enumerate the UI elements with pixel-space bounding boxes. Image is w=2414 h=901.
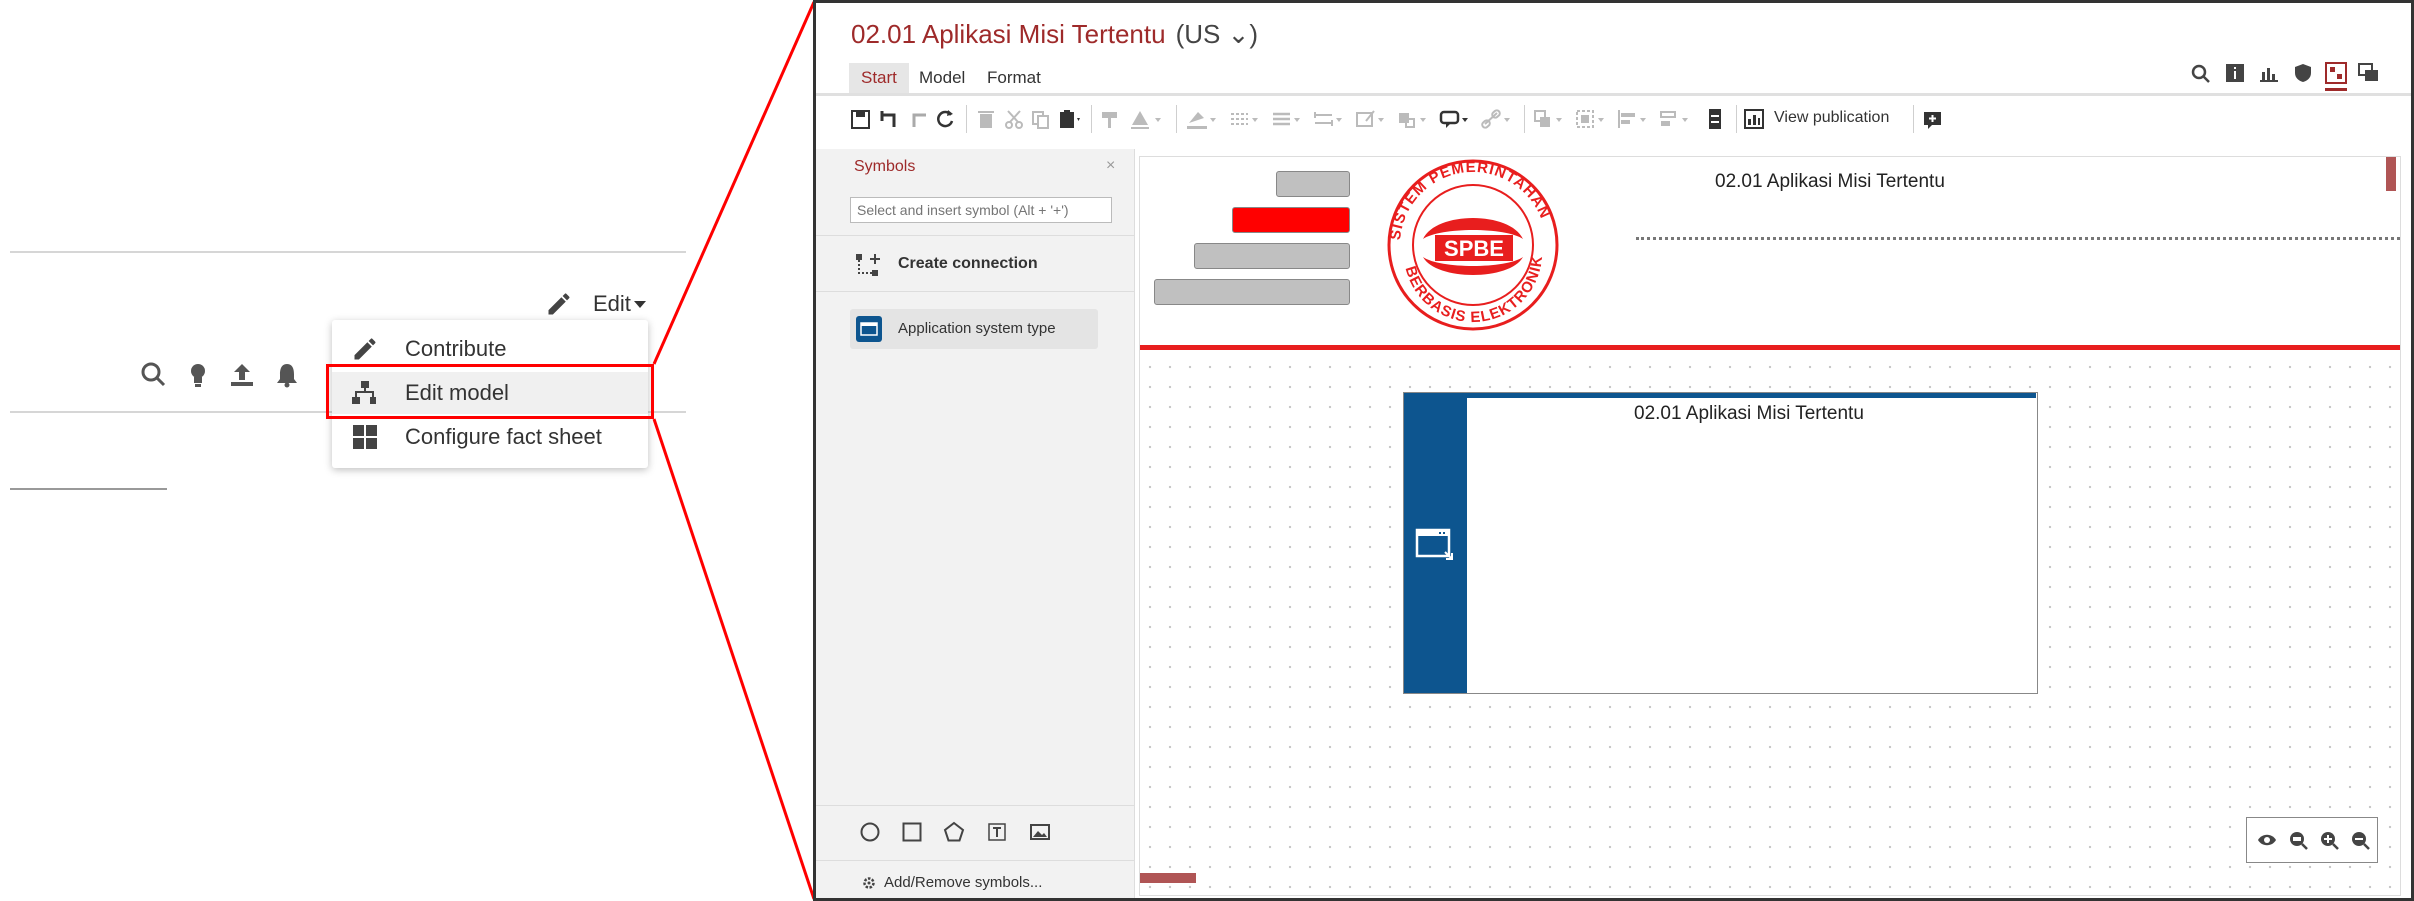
header-red-marker bbox=[2386, 157, 2396, 191]
toolbar-separator bbox=[1913, 105, 1914, 133]
zoom-reset-icon[interactable] bbox=[2288, 830, 2308, 850]
format-painter-icon[interactable] bbox=[1099, 105, 1123, 133]
toolbar-separator bbox=[966, 105, 967, 133]
text-box-icon[interactable] bbox=[986, 821, 1008, 843]
zoom-in-icon[interactable] bbox=[2319, 830, 2339, 850]
model-header-title: 02.01 Aplikasi Misi Tertentu bbox=[1715, 171, 1945, 192]
callout-shape-icon[interactable] bbox=[1438, 105, 1474, 133]
circle-shape-icon[interactable] bbox=[859, 821, 881, 843]
model-title: 02.01 Aplikasi Misi Tertentu bbox=[851, 19, 1166, 49]
create-connection-label: Create connection bbox=[898, 255, 1038, 272]
tab-start[interactable]: Start bbox=[849, 63, 909, 93]
comment-icon[interactable] bbox=[1921, 105, 1945, 133]
add-remove-symbols-button[interactable]: Add/Remove symbols... bbox=[862, 871, 1102, 897]
zoom-out-icon[interactable] bbox=[2350, 830, 2370, 850]
close-icon[interactable]: × bbox=[1106, 157, 1115, 175]
application-window-icon bbox=[856, 316, 882, 342]
line-weight-icon[interactable] bbox=[1270, 105, 1306, 133]
info-icon[interactable] bbox=[2225, 63, 2245, 83]
rectangle-shape-icon[interactable] bbox=[901, 821, 923, 843]
symbols-title: Symbols bbox=[854, 158, 916, 175]
save-icon[interactable] bbox=[849, 105, 873, 133]
add-remove-symbols-label: Add/Remove symbols... bbox=[884, 874, 1043, 891]
panel-divider bbox=[816, 235, 1134, 236]
symbol-item-label: Application system type bbox=[898, 320, 1056, 337]
eye-icon[interactable] bbox=[2257, 832, 2277, 848]
paste-icon[interactable] bbox=[1056, 105, 1080, 133]
spbe-logo: SISTEM PEMERINTAHAN BERBASIS ELEKTRONIK … bbox=[1387, 159, 1559, 331]
tab-format[interactable]: Format bbox=[975, 63, 1053, 93]
fill-color-icon[interactable] bbox=[1184, 105, 1222, 133]
toolbar-separator bbox=[1524, 105, 1525, 133]
style-icon[interactable] bbox=[1128, 105, 1168, 133]
language-selector[interactable]: (US ⌄) bbox=[1176, 19, 1258, 49]
logo-center-text: SPBE bbox=[1444, 236, 1504, 261]
horizontal-scroll-thumb[interactable] bbox=[1140, 873, 1196, 883]
image-icon[interactable] bbox=[1029, 821, 1051, 843]
search-icon[interactable] bbox=[2190, 63, 2212, 85]
panel-divider bbox=[816, 860, 1134, 861]
chart-icon[interactable] bbox=[2259, 63, 2279, 83]
header-bar-4 bbox=[1154, 279, 1350, 305]
copy-icon[interactable] bbox=[1029, 105, 1053, 133]
size-icon[interactable] bbox=[1703, 105, 1727, 133]
cut-icon[interactable] bbox=[1002, 105, 1026, 133]
model-header: SISTEM PEMERINTAHAN BERBASIS ELEKTRONIK … bbox=[1140, 157, 2400, 350]
shape-select-icon[interactable] bbox=[1396, 105, 1432, 133]
window-title: 02.01 Aplikasi Misi Tertentu (US ⌄) bbox=[851, 19, 1258, 50]
symbol-item-application-system-type[interactable]: Application system type bbox=[850, 309, 1098, 349]
line-style-icon[interactable] bbox=[1228, 105, 1264, 133]
arrange-icon[interactable] bbox=[1532, 105, 1568, 133]
edit-shape-icon[interactable] bbox=[1354, 105, 1390, 133]
header-bar-1 bbox=[1276, 171, 1350, 197]
zoom-controls bbox=[2246, 817, 2378, 863]
link-icon[interactable] bbox=[1480, 105, 1516, 133]
pentagon-shape-icon[interactable] bbox=[943, 821, 965, 843]
application-system-object[interactable]: 02.01 Aplikasi Misi Tertentu bbox=[1403, 392, 2038, 694]
header-red-rule bbox=[1140, 345, 2400, 350]
publication-icon bbox=[1744, 109, 1764, 129]
symbols-panel: Symbols × Create connection Application … bbox=[816, 149, 1135, 898]
distribute-icon[interactable] bbox=[1658, 105, 1694, 133]
create-connection-button[interactable]: Create connection bbox=[850, 249, 1120, 281]
symbol-search-input[interactable] bbox=[850, 197, 1112, 223]
header-dashed-line bbox=[1636, 237, 2400, 240]
object-top-stripe bbox=[1404, 393, 2036, 398]
application-window-icon bbox=[1415, 528, 1453, 560]
shield-icon[interactable] bbox=[2293, 63, 2313, 83]
windows-icon[interactable] bbox=[2358, 63, 2380, 83]
header-bar-2 bbox=[1232, 207, 1350, 233]
refresh-icon[interactable] bbox=[933, 105, 957, 133]
gear-icon bbox=[863, 877, 875, 889]
ribbon-divider bbox=[816, 93, 2411, 96]
arrows-icon[interactable] bbox=[1312, 105, 1348, 133]
active-view-underline bbox=[2325, 88, 2347, 91]
panel-divider bbox=[816, 291, 1134, 292]
view-publication-label: View publication bbox=[1774, 109, 1890, 126]
object-title: 02.01 Aplikasi Misi Tertentu bbox=[1634, 403, 1864, 424]
redo-icon[interactable] bbox=[906, 105, 930, 133]
align-icon[interactable] bbox=[1616, 105, 1652, 133]
model-editor-window: 02.01 Aplikasi Misi Tertentu (US ⌄) Start… bbox=[813, 0, 2414, 901]
group-icon[interactable] bbox=[1574, 105, 1610, 133]
connection-icon bbox=[856, 254, 880, 276]
toolbar-separator bbox=[1736, 105, 1737, 133]
model-canvas[interactable]: SISTEM PEMERINTAHAN BERBASIS ELEKTRONIK … bbox=[1139, 156, 2401, 896]
object-side-stripe bbox=[1404, 393, 1467, 693]
toolbar-separator bbox=[1091, 105, 1092, 133]
undo-icon[interactable] bbox=[878, 105, 902, 133]
panel-divider bbox=[816, 805, 1134, 806]
tab-model[interactable]: Model bbox=[907, 63, 977, 93]
header-bar-3 bbox=[1194, 243, 1350, 269]
toolbar-separator bbox=[1176, 105, 1177, 133]
delete-icon[interactable] bbox=[974, 105, 998, 133]
view-publication-button[interactable]: View publication bbox=[1744, 105, 1904, 133]
diagram-icon[interactable] bbox=[2325, 62, 2347, 84]
